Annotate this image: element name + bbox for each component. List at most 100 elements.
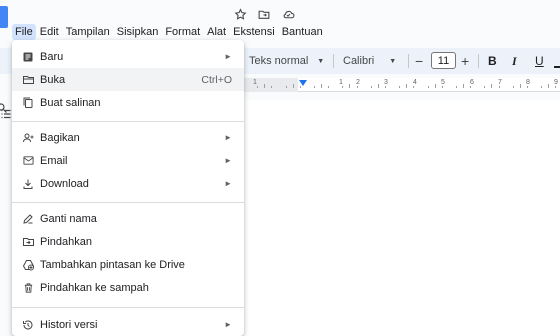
menu-item-open[interactable]: Buka Ctrl+O [12,68,244,91]
top-bar: File Edit Tampilan Sisipkan Format Alat … [0,0,560,44]
ruler-tick [512,86,514,88]
ruler-number: 1 [253,79,257,86]
ruler-number: 7 [498,79,502,86]
ruler-tick [313,86,315,88]
toolbar-divider [333,54,334,68]
menu-divider [12,121,244,122]
ruler-tick [264,84,266,88]
menu-insert[interactable]: Sisipkan [114,24,162,40]
menu-item-trash[interactable]: Pindahkan ke sampah [12,276,244,299]
submenu-arrow-icon: ► [224,320,232,329]
download-icon [21,177,35,191]
ruler-tick [384,86,386,88]
ruler-tick [285,86,287,88]
menu-item-move[interactable]: Pindahkan [12,230,244,253]
ruler-tick [526,86,528,88]
ruler-number: 5 [441,79,445,86]
submenu-arrow-icon: ► [224,52,232,61]
paragraph-style-value: Teks normal [249,55,309,67]
ruler-tick [413,86,415,88]
ruler-tick [299,86,301,88]
menu-item-rename[interactable]: Ganti nama [12,207,244,230]
ruler-tick [406,84,408,88]
ruler-tick [470,86,472,88]
toolbar-divider [408,54,409,68]
menu-extensions[interactable]: Ekstensi [230,24,278,40]
font-size-input[interactable]: 11 [431,52,456,69]
ruler-tick [342,86,344,88]
menu-item-label: Baru [40,50,64,63]
outline-icon[interactable] [0,108,12,120]
ruler-tick [321,84,322,88]
drive-shortcut-icon [21,258,35,272]
menu-item-make-copy[interactable]: Buat salinan [12,91,244,114]
underline-button[interactable]: U [535,48,544,74]
new-doc-icon [21,50,35,64]
menu-divider [12,202,244,203]
ruler-tick [377,84,379,88]
ruler-number: 8 [526,79,530,86]
ruler-number: 1 [339,79,343,86]
ruler-number: 9 [554,79,558,86]
menu-item-download[interactable]: Download ► [12,172,244,195]
menu-item-share[interactable]: Bagikan ► [12,126,244,149]
menu-item-label: Buka [40,73,66,86]
move-folder-icon [21,235,35,249]
ruler-tick [370,86,372,88]
cloud-status-icon[interactable] [280,6,296,22]
ruler-tick [427,86,429,88]
menu-item-email[interactable]: Email ► [12,149,244,172]
ruler-tick [441,86,443,88]
menu-help[interactable]: Bantuan [279,24,326,40]
menu-item-label: Histori versi [40,318,98,331]
menu-view[interactable]: Tampilan [63,24,113,40]
text-color-indicator[interactable] [554,66,560,68]
ruler-tick [356,86,358,88]
menu-item-label: Download [40,177,89,190]
ruler-tick [498,86,500,88]
menu-item-label: Email [40,154,68,167]
move-folder-icon[interactable] [256,6,272,22]
submenu-arrow-icon: ► [224,179,232,188]
ruler-tick [455,86,457,88]
folder-open-icon [21,73,35,87]
menu-bar: File Edit Tampilan Sisipkan Format Alat … [12,22,327,42]
increase-font-size-button[interactable]: + [461,48,469,74]
menu-item-new[interactable]: Baru ► [12,45,244,68]
menu-tools[interactable]: Alat [204,24,229,40]
menu-item-add-shortcut[interactable]: Tambahkan pintasan ke Drive [12,253,244,276]
ruler-tick [257,86,259,88]
decrease-font-size-button[interactable]: − [415,48,423,74]
ruler-tick [399,86,401,88]
rename-icon [21,212,35,226]
ruler-tick [548,84,550,88]
docs-logo-icon[interactable] [0,6,8,28]
ruler-tick [519,84,521,88]
bold-button[interactable]: B [488,48,497,74]
menu-format[interactable]: Format [162,24,203,40]
horizontal-ruler[interactable]: 1 1 2 3 4 5 6 7 8 9 [244,78,560,92]
ruler-number: 3 [384,79,388,86]
share-person-icon [21,131,35,145]
italic-button[interactable]: I [512,48,517,74]
star-icon[interactable] [232,6,248,22]
menu-item-version-history[interactable]: Histori versi ► [12,313,244,336]
trash-icon [21,281,35,295]
menu-file[interactable]: File [12,24,36,40]
menu-item-label: Bagikan [40,131,80,144]
ruler-tick [271,86,273,88]
menu-edit[interactable]: Edit [37,24,62,40]
menu-item-label: Buat salinan [40,96,101,109]
ruler-tick [292,84,294,88]
shortcut-text: Ctrl+O [201,73,232,86]
toolbar-divider [478,54,479,68]
ruler-tick [328,86,330,88]
menu-divider [12,307,244,308]
menu-item-label: Pindahkan [40,235,92,248]
chevron-down-icon: ▼ [389,57,397,65]
font-dropdown[interactable]: Calibri ▼ [343,48,396,74]
document-page[interactable] [244,100,560,336]
menu-item-label: Pindahkan ke sampah [40,281,149,294]
paragraph-style-dropdown[interactable]: Teks normal ▼ [249,48,324,74]
ruler-tick [541,86,543,88]
